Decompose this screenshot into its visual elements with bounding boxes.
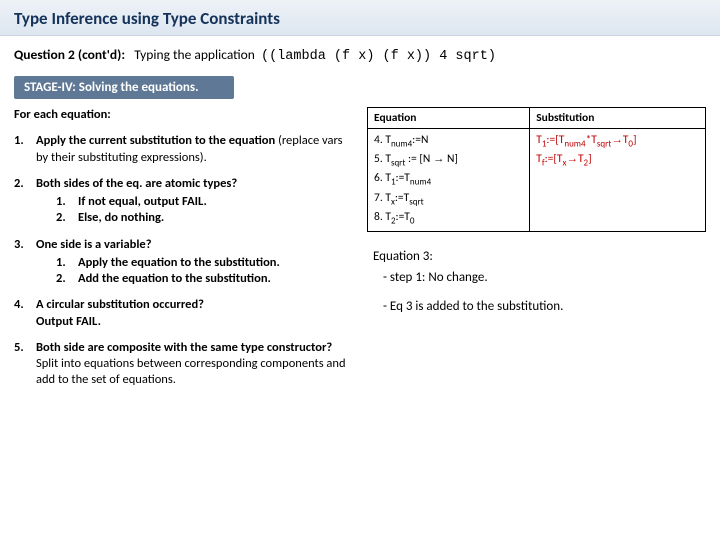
step-head: A circular substitution occurred?Output … bbox=[36, 297, 349, 330]
substep-text: Apply the equation to the substitution. bbox=[78, 255, 349, 271]
right-column: Equation Substitution 4. Tnum4:=N5. Tsqr… bbox=[367, 107, 706, 399]
step-head: Both side are composite with the same ty… bbox=[36, 340, 349, 389]
step-head: Apply the current substitution to the eq… bbox=[36, 133, 349, 166]
step-number: 3. bbox=[14, 237, 36, 288]
substep-number: 2. bbox=[56, 210, 78, 226]
substeps: 1.If not equal, output FAIL.2.Else, do n… bbox=[36, 194, 349, 227]
substep-item: 1.If not equal, output FAIL. bbox=[56, 194, 349, 210]
substitution-cell: T1:=[Tnum4*Tsqrt→T0]Tf:=[Tx→T2] bbox=[530, 129, 706, 232]
th-equation: Equation bbox=[368, 108, 530, 129]
substeps: 1.Apply the equation to the substitution… bbox=[36, 255, 349, 288]
question-label: Question 2 (cont'd): bbox=[14, 46, 125, 63]
substep-number: 2. bbox=[56, 271, 78, 287]
substep-item: 2.Else, do nothing. bbox=[56, 210, 349, 226]
step-item: 5.Both side are composite with the same … bbox=[14, 340, 349, 389]
substep-text: If not equal, output FAIL. bbox=[78, 194, 349, 210]
notes-list: step 1: No change. Eq 3 is added to the s… bbox=[373, 269, 706, 317]
step-body: One side is a variable? 1.Apply the equat… bbox=[36, 237, 349, 288]
left-column: For each equation: 1.Apply the current s… bbox=[14, 107, 349, 399]
question-lead: Typing the application bbox=[134, 46, 255, 63]
step-body: Both side are composite with the same ty… bbox=[36, 340, 349, 389]
step-head: One side is a variable? bbox=[36, 237, 349, 253]
note-item: Eq 3 is added to the substitution. bbox=[383, 298, 706, 317]
step-number: 2. bbox=[14, 176, 36, 227]
steps-list: 1.Apply the current substitution to the … bbox=[14, 133, 349, 388]
stage-label: STAGE-IV: Solving the equations. bbox=[24, 80, 199, 95]
notes: Equation 3: step 1: No change. Eq 3 is ad… bbox=[367, 248, 706, 317]
step-number: 1. bbox=[14, 133, 36, 166]
step-item: 4.A circular substitution occurred?Outpu… bbox=[14, 297, 349, 330]
step-item: 1.Apply the current substitution to the … bbox=[14, 133, 349, 166]
substep-item: 1.Apply the equation to the substitution… bbox=[56, 255, 349, 271]
step-body: A circular substitution occurred?Output … bbox=[36, 297, 349, 330]
step-item: 3.One side is a variable? 1.Apply the equ… bbox=[14, 237, 349, 288]
equation-cell: 4. Tnum4:=N5. Tsqrt := [N → N]6. T1:=Tnu… bbox=[368, 129, 530, 232]
substep-text: Add the equation to the substitution. bbox=[78, 271, 349, 287]
stage-pill: STAGE-IV: Solving the equations. bbox=[14, 76, 234, 99]
question-code: ((lambda (f x) (f x)) 4 sqrt) bbox=[261, 49, 496, 64]
content: For each equation: 1.Apply the current s… bbox=[0, 99, 720, 399]
page-title: Type Inference using Type Constraints bbox=[14, 8, 706, 29]
substep-item: 2.Add the equation to the substitution. bbox=[56, 271, 349, 287]
note-item: step 1: No change. bbox=[383, 269, 706, 288]
title-bar: Type Inference using Type Constraints bbox=[0, 0, 720, 36]
substep-number: 1. bbox=[56, 255, 78, 271]
step-head: Both sides of the eq. are atomic types? bbox=[36, 176, 349, 192]
question-line: Question 2 (cont'd): Typing the applicat… bbox=[0, 36, 720, 72]
step-number: 5. bbox=[14, 340, 36, 389]
step-item: 2.Both sides of the eq. are atomic types… bbox=[14, 176, 349, 227]
equation-table: Equation Substitution 4. Tnum4:=N5. Tsqr… bbox=[367, 107, 706, 232]
notes-heading: Equation 3: bbox=[373, 248, 706, 267]
step-body: Apply the current substitution to the eq… bbox=[36, 133, 349, 166]
substep-text: Else, do nothing. bbox=[78, 210, 349, 226]
th-substitution: Substitution bbox=[530, 108, 706, 129]
foreach-label: For each equation: bbox=[14, 107, 349, 123]
substep-number: 1. bbox=[56, 194, 78, 210]
step-body: Both sides of the eq. are atomic types? 1… bbox=[36, 176, 349, 227]
step-number: 4. bbox=[14, 297, 36, 330]
